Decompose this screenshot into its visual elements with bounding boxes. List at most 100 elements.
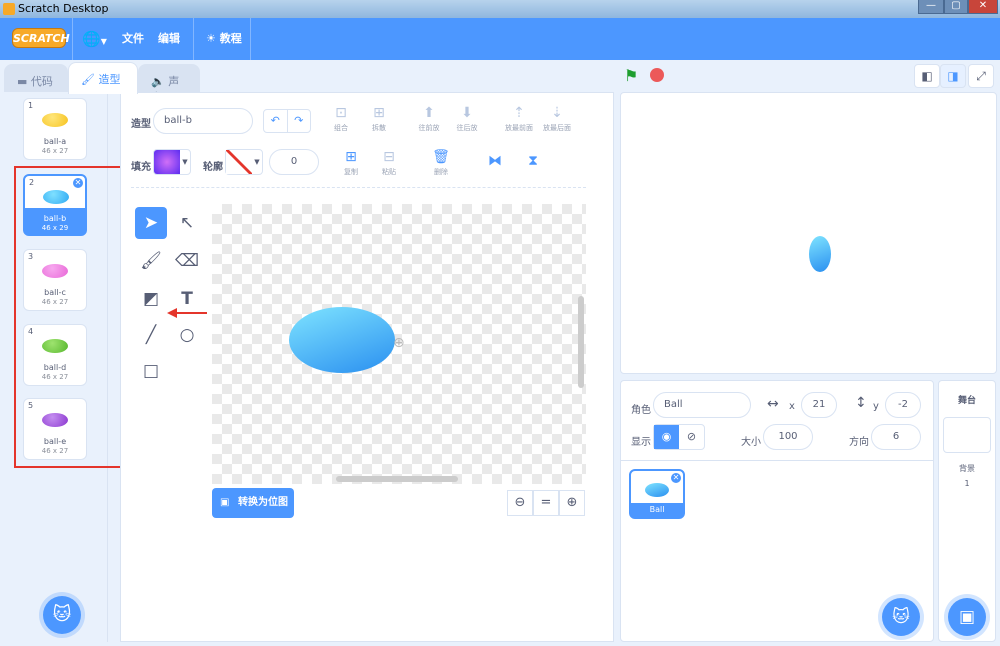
add-backdrop-button[interactable]: ▣ [948,598,986,636]
ball-shape[interactable] [289,307,395,373]
large-stage-button[interactable]: ◨ [940,64,966,88]
back-button[interactable]: ⇣ 放最后面 [537,105,577,133]
y-input[interactable]: -2 [885,392,921,418]
code-icon: ▬ [17,75,28,88]
reshape-tool[interactable]: ↖ [171,207,203,239]
delete-sprite-icon[interactable]: ✕ [671,473,681,483]
image-plus-icon: ▣ [958,607,976,627]
size-input[interactable]: 100 [763,424,813,450]
center-crosshair-icon: ⊕ [393,335,405,351]
show-button[interactable]: ◉ [654,425,679,449]
hide-button[interactable]: ⊘ [679,425,704,449]
tab-costumes[interactable]: 🖌 造型 [68,62,138,94]
eraser-tool[interactable]: ⌫ [171,245,203,277]
backward-button[interactable]: ⬇ 往后放 [447,105,487,133]
add-sprite-button[interactable]: 🐱 [882,598,920,636]
edit-menu[interactable]: 编辑 [158,18,180,60]
select-tool[interactable]: ➤ [135,207,167,239]
arrow-down-icon: ⬇ [461,105,473,121]
fill-swatch [154,150,180,174]
rectangle-tool[interactable]: □ [135,355,167,387]
ball-sprite[interactable] [809,236,831,272]
redo-button[interactable]: ↷ [288,110,311,132]
ungroup-button[interactable]: ⊞ 拆散 [359,105,399,133]
ungroup-label: 拆散 [372,124,386,132]
forward-button[interactable]: ⬆ 往前放 [409,105,449,133]
maximize-button[interactable]: ▢ [944,0,968,14]
visibility-toggle: ◉ ⊘ [653,424,705,450]
undo-redo-group: ↶ ↷ [263,109,311,133]
line-tool[interactable]: ╱ [135,319,167,351]
zoom-reset-button[interactable]: = [533,490,559,516]
sprite-thumbnail[interactable]: ✕ Ball [629,469,685,519]
minimize-button[interactable]: — [918,0,944,14]
drawing-canvas[interactable]: ⊕ [212,204,586,484]
tutorials-menu[interactable]: ☀ 教程 [206,18,242,60]
flip-vertical-button[interactable]: ⧗ [513,153,553,171]
outline-width-input[interactable]: 0 [269,149,319,175]
flip-horizontal-button[interactable]: ⧓ [475,153,515,171]
size-label: 大小 [741,437,761,448]
cat-plus-icon: 🐱 [52,604,72,625]
rectangle-icon: □ [142,361,160,381]
fullscreen-button[interactable]: ⤢ [968,64,994,88]
tab-code[interactable]: ▬ 代码 [4,64,68,94]
forward-label: 往前放 [418,124,440,132]
eye-icon: ◉ [661,430,672,443]
circle-tool[interactable]: ○ [171,319,203,351]
stop-button[interactable] [650,68,664,82]
stage-canvas[interactable] [620,92,997,374]
cat-plus-icon: 🐱 [892,607,910,627]
app-icon [3,3,15,15]
convert-to-bitmap-button[interactable]: ▣ 转换为位图 [212,488,294,518]
backdrop-thumbnail[interactable] [943,417,991,453]
brush-icon: 🖌 [140,251,162,271]
add-costume-button[interactable]: 🐱 [43,596,81,634]
sprite-properties: 角色 Ball ↔ x 21 ↕ y -2 显示 ◉ ⊘ 大小 100 方向 6 [621,381,933,461]
watermark-logo: Bai经验 [770,569,877,602]
outline-picker[interactable]: ▼ [225,149,263,175]
direction-input[interactable]: 6 [871,424,921,450]
small-stage-button[interactable]: ◧ [914,64,940,88]
fill-label: 填充 [131,162,151,173]
language-menu[interactable]: 🌐▼ [82,18,107,60]
menu-bar: SCRATCH 🌐▼ 文件 编辑 ☀ 教程 [0,18,1000,60]
costume-thumbnail [42,113,68,127]
direction-label: 方向 [849,437,869,448]
chevron-down-icon: ▼ [100,37,107,46]
arrow-annotation [167,308,207,318]
window-titlebar: Scratch Desktop — ▢ ✕ [0,0,1000,18]
flag-icon: ⚑ [624,66,639,85]
zoom-in-button[interactable]: ⊕ [559,490,585,516]
front-button[interactable]: ⇡ 放最前面 [499,105,539,133]
undo-button[interactable]: ↶ [264,110,288,132]
horizontal-scrollbar[interactable] [336,476,458,482]
zoom-out-button[interactable]: ⊖ [507,490,533,516]
costume-item[interactable]: 1 ball-a 46 x 27 [23,98,87,160]
file-menu[interactable]: 文件 [122,18,144,60]
tab-sounds[interactable]: 🔈 声音 [138,64,200,104]
brush-icon: 🖌 [81,73,95,86]
sprite-thumb-label: Ball [631,503,683,517]
copy-button[interactable]: ⊞ 复制 [331,149,371,177]
flip-vertical-icon: ⧗ [528,153,538,169]
scratch-logo[interactable]: SCRATCH [12,28,70,48]
vertical-scrollbar[interactable] [578,296,584,388]
front-label: 放最前面 [505,124,533,132]
equals-icon: = [540,495,552,510]
delete-button[interactable]: 🗑 删除 [421,149,461,177]
stage-title: 舞台 [957,396,976,406]
green-flag-button[interactable]: ⚑ [624,66,638,85]
paint-editor: 造型 ball-b ↶ ↷ ⊡ 组合 ⊞ 拆散 ⬆ 往前放 ⬇ 往后放 ⇡ 放最前面 ⇣ 放… [120,92,614,642]
sprite-name-input[interactable]: Ball [653,392,751,418]
fill-tool[interactable]: ◩ [135,283,167,315]
backward-label: 往后放 [456,124,478,132]
reshape-icon: ↖ [179,213,195,233]
group-button[interactable]: ⊡ 组合 [321,105,361,133]
fill-picker[interactable]: ▼ [153,149,191,175]
costume-name-input[interactable]: ball-b [153,108,253,134]
paste-button[interactable]: ⊟ 粘贴 [369,149,409,177]
x-input[interactable]: 21 [801,392,837,418]
brush-tool[interactable]: 🖌 [135,245,167,277]
close-button[interactable]: ✕ [968,0,998,14]
